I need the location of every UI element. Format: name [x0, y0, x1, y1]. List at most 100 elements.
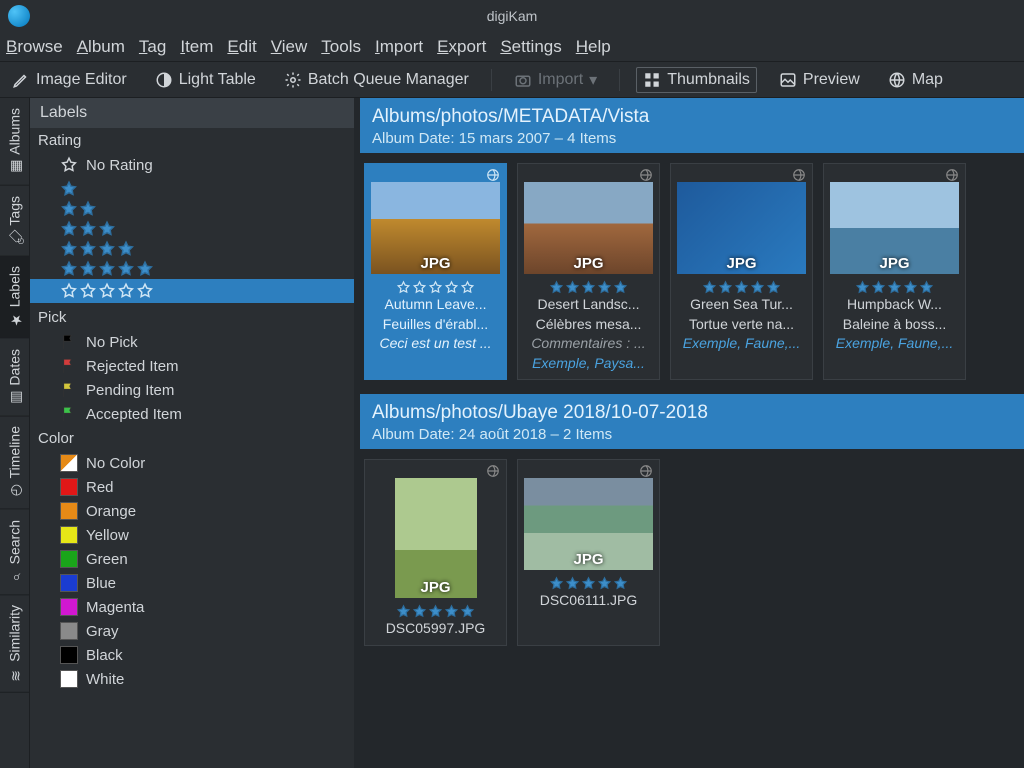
star-icon [613, 280, 628, 295]
labels-panel: Labels Rating No Rating Pick No PickReje… [30, 98, 354, 768]
no-rating-row[interactable]: No Rating [30, 153, 354, 177]
preview-view-button[interactable]: Preview [773, 68, 866, 92]
thumbnail[interactable]: JPGGreen Sea Tur...Tortue verte na...Exe… [670, 163, 813, 380]
color-orange[interactable]: Orange [30, 499, 354, 523]
thumbnails-view-button[interactable]: Thumbnails [636, 67, 757, 93]
import-button[interactable]: Import ▾ [508, 67, 603, 93]
rating-3-row[interactable] [60, 219, 354, 239]
star-icon [750, 280, 765, 295]
image-editor-button[interactable]: Image Editor [6, 68, 133, 92]
sidebar-tab-albums[interactable]: ▦Albums [0, 98, 29, 186]
menu-export[interactable]: Export [437, 37, 486, 57]
thumbnail-rating[interactable] [830, 280, 959, 295]
thumbnail-rating[interactable] [677, 280, 806, 295]
menu-edit[interactable]: Edit [227, 37, 256, 57]
star-icon [460, 604, 475, 619]
star-icon [766, 280, 781, 295]
globe-icon [486, 168, 500, 182]
color-no-color[interactable]: No Color [30, 451, 354, 475]
pick-accepted-item[interactable]: Accepted Item [30, 402, 354, 426]
color-swatch [60, 670, 78, 688]
pick-pending-item[interactable]: Pending Item [30, 378, 354, 402]
rating-2-row[interactable] [60, 199, 354, 219]
menubar: Browse Album Tag Item Edit View Tools Import Exp… [0, 32, 1024, 62]
star-icon [444, 604, 459, 619]
sidebar-tab-timeline[interactable]: ◷Timeline [0, 416, 29, 509]
pick-rejected-item[interactable]: Rejected Item [30, 354, 354, 378]
circle-half-icon [155, 71, 173, 89]
thumbnail[interactable]: JPGHumpback W...Baleine à boss...Exemple… [823, 163, 966, 380]
light-table-button[interactable]: Light Table [149, 68, 262, 92]
menu-album[interactable]: Album [77, 37, 125, 57]
rating-1-row[interactable] [60, 179, 354, 199]
tab-icon: ★ [8, 314, 22, 328]
pick-no-pick[interactable]: No Pick [30, 330, 354, 354]
menu-import[interactable]: Import [375, 37, 423, 57]
menu-settings[interactable]: Settings [500, 37, 561, 57]
star-icon [613, 576, 628, 591]
sidebar-tab-similarity[interactable]: ≋Similarity [0, 595, 29, 693]
color-black[interactable]: Black [30, 643, 354, 667]
thumbnail-rating[interactable] [524, 576, 653, 591]
thumbnail[interactable]: JPGDSC06111.JPG [517, 459, 660, 646]
map-view-button[interactable]: Map [882, 68, 949, 92]
star-icon [734, 280, 749, 295]
thumbnail-rating[interactable] [371, 604, 500, 619]
format-badge: JPG [420, 579, 450, 596]
chevron-down-icon: ▾ [589, 70, 597, 90]
rating-4-row[interactable] [60, 239, 354, 259]
thumbnail-image: JPG [524, 478, 653, 570]
color-white[interactable]: White [30, 667, 354, 691]
thumbnail-subtitle: Célèbres mesa... [524, 315, 653, 335]
menu-item[interactable]: Item [180, 37, 213, 57]
globe-icon [945, 168, 959, 182]
thumbnail-rating[interactable] [371, 280, 500, 295]
tab-icon: ▦ [8, 161, 22, 175]
thumbnail-rating[interactable] [524, 280, 653, 295]
thumbnail-tags: Exemple, Faune,... [677, 334, 806, 354]
thumbnail-tags: Exemple, Faune,... [830, 334, 959, 354]
star-icon [60, 260, 78, 278]
sidebar-tab-tags[interactable]: 🏷Tags [0, 186, 29, 257]
rating-5-row[interactable] [60, 259, 354, 279]
thumbnail[interactable]: JPGAutumn Leave...Feuilles d'érabl...Cec… [364, 163, 507, 380]
color-magenta[interactable]: Magenta [30, 595, 354, 619]
menu-help[interactable]: Help [576, 37, 611, 57]
sidebar-tab-dates[interactable]: ▤Dates [0, 339, 29, 417]
star-icon [597, 576, 612, 591]
color-red[interactable]: Red [30, 475, 354, 499]
color-yellow[interactable]: Yellow [30, 523, 354, 547]
sidebar-tab-search[interactable]: ⌕Search [0, 510, 29, 595]
star-outline-icon [136, 282, 154, 300]
star-icon [581, 280, 596, 295]
tab-icon: ◷ [8, 485, 22, 499]
thumbnail[interactable]: JPG DSC05997.JPG [364, 459, 507, 646]
star-icon [60, 200, 78, 218]
color-blue[interactable]: Blue [30, 571, 354, 595]
color-green[interactable]: Green [30, 547, 354, 571]
no-color-icon [60, 454, 78, 472]
star-outline-icon [79, 282, 97, 300]
star-icon [428, 604, 443, 619]
star-outline-icon [98, 282, 116, 300]
menu-view[interactable]: View [271, 37, 308, 57]
sidebar-tab-labels[interactable]: ★Labels [0, 256, 29, 338]
star-outline-icon [117, 282, 135, 300]
color-gray[interactable]: Gray [30, 619, 354, 643]
menu-tools[interactable]: Tools [321, 37, 361, 57]
batch-queue-button[interactable]: Batch Queue Manager [278, 68, 475, 92]
menu-browse[interactable]: Browse [6, 37, 63, 57]
thumbnail-title: DSC05997.JPG [371, 619, 500, 639]
menu-tag[interactable]: Tag [139, 37, 166, 57]
star-icon [702, 280, 717, 295]
star-icon [581, 576, 596, 591]
thumbnail-title: Desert Landsc... [524, 295, 653, 315]
app-title: digiKam [487, 8, 538, 24]
thumbnail[interactable]: JPGDesert Landsc...Célèbres mesa...Comme… [517, 163, 660, 380]
camera-icon [514, 71, 532, 89]
star-icon [887, 280, 902, 295]
thumbnail-subtitle: Baleine à boss... [830, 315, 959, 335]
star-icon [444, 280, 459, 295]
rating-selected-row[interactable] [30, 279, 354, 303]
titlebar: digiKam [0, 0, 1024, 32]
